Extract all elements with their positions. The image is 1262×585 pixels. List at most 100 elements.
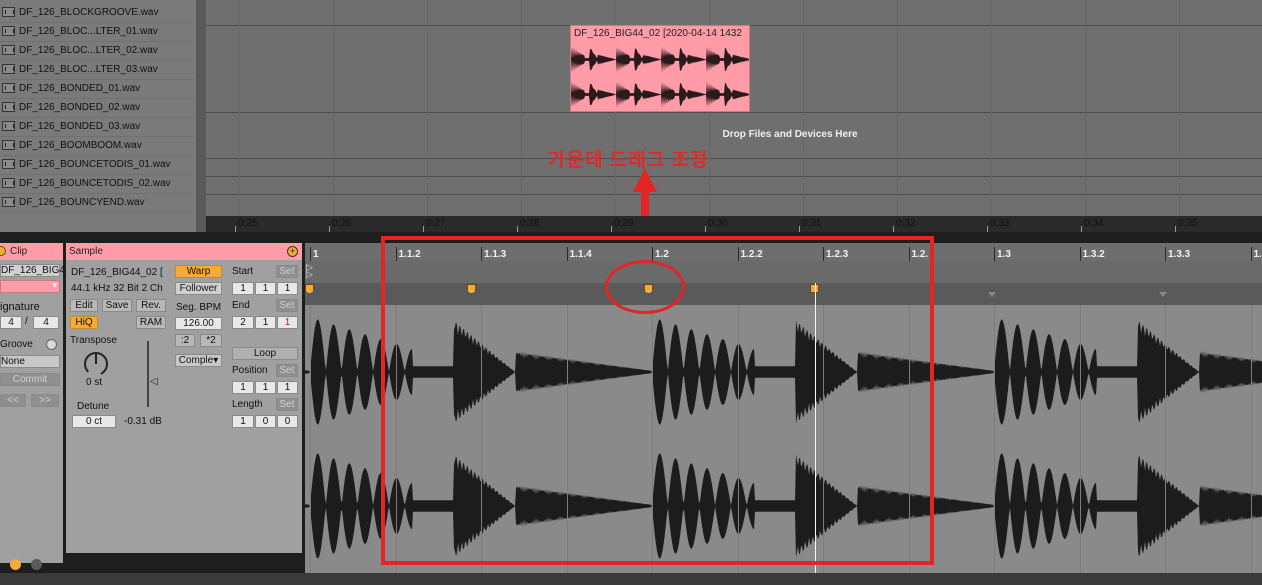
reverse-button[interactable]: Rev. (136, 299, 166, 312)
beat-ruler-label: 1.3.4 (1253, 249, 1262, 260)
half-tempo-button[interactable]: :2 (175, 334, 195, 347)
grid-line (239, 0, 240, 216)
signature-slash: / (25, 316, 28, 327)
transpose-knob[interactable] (81, 349, 111, 379)
position-sixteenth-field[interactable]: 1 (277, 381, 298, 394)
position-set-button[interactable]: Set (276, 364, 298, 377)
end-set-button[interactable]: Set (276, 299, 298, 312)
browser-file-row[interactable]: DF_126_BLOC...LTER_03.wav (0, 60, 194, 80)
gain-value: -0.31 dB (124, 416, 162, 427)
browser-file-row[interactable]: DF_126_BOUNCYEND.wav (0, 193, 194, 213)
previous-clip-button[interactable]: << (0, 394, 26, 407)
save-button[interactable]: Save (102, 299, 132, 312)
file-name: DF_126_BONDED_03.wav (19, 121, 141, 132)
end-beat-field[interactable]: 1 (255, 316, 276, 329)
tick-mark (235, 226, 236, 232)
track-separator (206, 176, 1262, 177)
next-clip-button[interactable]: >> (31, 394, 59, 407)
clip-right-channel (571, 81, 749, 108)
length-label: Length (232, 399, 263, 410)
start-bar-field[interactable]: 1 (232, 282, 254, 295)
transpose-label: Transpose (70, 335, 117, 346)
tick-mark (987, 226, 988, 232)
tick-mark (1175, 226, 1176, 232)
signature-denominator[interactable]: 4 (33, 316, 59, 329)
length-sixteenth-field[interactable]: 0 (277, 415, 298, 428)
position-beat-field[interactable]: 1 (255, 381, 276, 394)
browser-file-row[interactable]: DF_126_BOUNCETODIS_02.wav (0, 174, 194, 194)
end-bar-field[interactable]: 2 (232, 316, 254, 329)
grid-line (333, 0, 334, 216)
file-name: DF_126_BLOC...LTER_02.wav (19, 45, 158, 56)
edit-button[interactable]: Edit (70, 299, 98, 312)
audio-file-icon (2, 178, 15, 188)
browser-file-row[interactable]: DF_126_BONDED_03.wav (0, 117, 194, 137)
browser-file-row[interactable]: DF_126_BOOMBOOM.wav (0, 136, 194, 156)
warp-toggle[interactable]: Warp (175, 265, 222, 278)
arrangement-audio-clip[interactable]: DF_126_BIG44_02 [2020-04-14 1432 (570, 25, 750, 112)
hiq-toggle[interactable]: HiQ (70, 316, 98, 329)
grid-line (803, 0, 804, 216)
browser-file-row[interactable]: DF_126_BLOCKGROOVE.wav (0, 3, 194, 23)
ram-toggle[interactable]: RAM (136, 316, 166, 329)
file-name: DF_126_BONDED_01.wav (19, 83, 141, 94)
sample-file-name: DF_126_BIG44_02 [ (71, 267, 163, 278)
transient-marker[interactable] (988, 292, 996, 297)
clip-name-field[interactable]: DF_126_BIG4 (0, 264, 65, 277)
tick-mark (310, 247, 311, 261)
browser-divider[interactable] (196, 0, 206, 232)
end-sixteenth-field[interactable]: 1 (277, 316, 298, 329)
signature-label: ignature (0, 301, 40, 313)
start-set-button[interactable]: Set (276, 265, 298, 278)
track-separator (206, 194, 1262, 195)
gain-slider-handle-icon[interactable]: ◁ (150, 376, 158, 387)
detune-field[interactable]: 0 ct (72, 415, 116, 428)
browser-file-row[interactable]: DF_126_BONDED_02.wav (0, 98, 194, 118)
file-name: DF_126_BOOMBOOM.wav (19, 140, 142, 151)
length-bar-field[interactable]: 1 (232, 415, 254, 428)
seg-bpm-field[interactable]: 126.00 (175, 317, 222, 330)
start-flag-icon[interactable]: ▷ ▷ (306, 263, 313, 279)
position-bar-field[interactable]: 1 (232, 381, 254, 394)
time-ruler[interactable]: 0:25 0:26 0:27 0:28 0:29 0:30 0:31 0:32 0:33 0:34… (206, 216, 1262, 232)
gain-slider-track[interactable] (147, 341, 149, 407)
beat-grid-line (1165, 305, 1166, 573)
grid-line (1179, 0, 1180, 216)
length-beat-field[interactable]: 0 (255, 415, 276, 428)
tick-mark (799, 226, 800, 232)
commit-button[interactable]: Commit (0, 373, 60, 386)
clip-panel-header[interactable]: Clip (0, 243, 63, 260)
start-beat-field[interactable]: 1 (255, 282, 276, 295)
groove-selector[interactable]: None (0, 355, 60, 368)
browser-file-list: DF_126_BLOCKGROOVE.wav DF_126_BLOC...LTER… (0, 0, 196, 232)
clip-panel: Clip DF_126_BIG4 ▾ ignature 4 / 4 Groove… (0, 243, 65, 570)
double-tempo-button[interactable]: *2 (200, 334, 222, 347)
loop-toggle[interactable]: Loop (232, 347, 298, 360)
transient-marker[interactable] (1159, 292, 1167, 297)
browser-file-row[interactable]: DF_126_BLOC...LTER_02.wav (0, 41, 194, 61)
browser-file-row[interactable]: DF_126_BOUNCETODIS_01.wav (0, 155, 194, 175)
clip-activator-icon[interactable] (0, 246, 6, 256)
warp-algorithm-selector[interactable]: Comple▾ (175, 354, 222, 367)
audio-file-icon (2, 64, 15, 74)
start-sixteenth-field[interactable]: 1 (277, 282, 298, 295)
length-set-button[interactable]: Set (276, 398, 298, 411)
file-name: DF_126_BOUNCETODIS_01.wav (19, 159, 171, 170)
groove-hotswap-icon[interactable] (46, 339, 57, 350)
headphone-icon[interactable] (31, 559, 42, 570)
tick-mark (705, 226, 706, 232)
tick-mark (611, 226, 612, 232)
beat-ruler-label: 1.3 (997, 249, 1011, 260)
browser-file-row[interactable]: DF_126_BONDED_01.wav (0, 79, 194, 99)
seg-bpm-label: Seg. BPM (176, 302, 222, 313)
clip-color-selector[interactable]: ▾ (0, 280, 60, 293)
browser-file-row[interactable]: DF_126_BLOC...LTER_01.wav (0, 22, 194, 42)
warp-marker[interactable] (305, 284, 314, 294)
warp-mode-selector[interactable]: Follower (175, 282, 222, 295)
audio-wave-icon[interactable] (10, 559, 21, 570)
file-name: DF_126_BLOC...LTER_03.wav (19, 64, 158, 75)
add-icon[interactable]: + (287, 246, 298, 257)
file-name: DF_126_BLOCKGROOVE.wav (19, 7, 159, 18)
sample-panel-header[interactable]: Sample + (66, 243, 302, 260)
signature-numerator[interactable]: 4 (0, 316, 22, 329)
